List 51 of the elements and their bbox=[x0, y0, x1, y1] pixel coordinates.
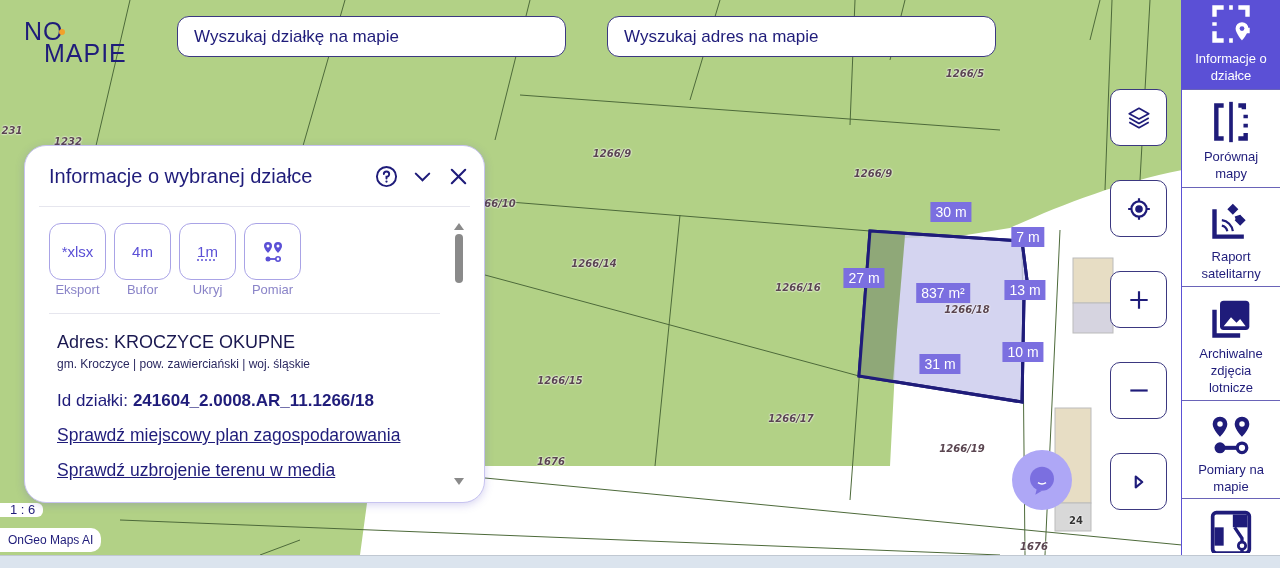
buffer-button[interactable]: 4m bbox=[114, 223, 171, 280]
parcel-number: 1266/18 bbox=[944, 303, 990, 315]
tool-label: Bufor bbox=[126, 282, 159, 297]
length-label: 7 m bbox=[1011, 227, 1045, 247]
zoom-in-button[interactable] bbox=[1110, 271, 1167, 328]
tool-label: Pomiar bbox=[251, 282, 294, 297]
parcel-number: 1266/17 bbox=[768, 412, 814, 424]
house-number: 24 bbox=[1069, 514, 1083, 526]
search-field[interactable]: Wyszukaj adres na mapie bbox=[607, 16, 996, 57]
parcel-number: 231 bbox=[1, 124, 23, 136]
locate-button[interactable] bbox=[1110, 180, 1167, 237]
parcel-number: 1232 bbox=[54, 135, 82, 147]
attribution: OnGeo Maps AI bbox=[0, 528, 102, 552]
parcel-number: 1266/16 bbox=[775, 281, 821, 293]
parcel-number: 66/10 bbox=[484, 197, 516, 209]
hide-button[interactable]: 1m bbox=[179, 223, 236, 280]
scale-label: 1 : 6 bbox=[0, 503, 44, 517]
crosshair-icon bbox=[1125, 195, 1152, 222]
parcel-id-label: Id działki: bbox=[57, 391, 128, 410]
logo[interactable]: NO MAPIE bbox=[22, 20, 127, 64]
parcel-number: 1266/5 bbox=[945, 67, 985, 79]
length-label: 30 m bbox=[930, 202, 972, 222]
tool-label: Ukryj bbox=[192, 282, 223, 297]
parcel-number: 1266/9 bbox=[592, 147, 632, 159]
scrollbar[interactable] bbox=[452, 223, 466, 485]
length-label: 31 m bbox=[919, 354, 961, 374]
panel-title: Informacje o wybranej działce bbox=[49, 164, 313, 188]
parcel-number: 1266/14 bbox=[571, 257, 617, 269]
map-grid-icon bbox=[1209, 509, 1254, 553]
area-label: 837 m² bbox=[916, 283, 970, 303]
address-title: Adres: KROCZYCE OKUPNE bbox=[57, 332, 297, 353]
tool-label: Eksport bbox=[55, 282, 100, 297]
link[interactable]: Sprawdź uzbrojenie terenu w media bbox=[57, 460, 452, 481]
link[interactable]: Sprawdź miejscowy plan zagospodarowania bbox=[57, 425, 452, 446]
layers-button[interactable] bbox=[1110, 89, 1167, 146]
parcel-number: 1266/15 bbox=[537, 374, 583, 386]
parcel-number: 1676 bbox=[537, 455, 565, 467]
length-label: 10 m bbox=[1002, 342, 1044, 362]
expand-button[interactable] bbox=[1110, 453, 1167, 510]
length-label: 27 m bbox=[843, 268, 885, 288]
parcel-number: 1266/9 bbox=[853, 167, 893, 179]
length-label: 13 m bbox=[1004, 280, 1046, 300]
help-icon[interactable] bbox=[375, 164, 398, 188]
region-text: gm. Kroczyce | pow. zawierciański | woj. śląskie bbox=[57, 357, 311, 371]
search-field[interactable]: Wyszukaj działkę na mapie bbox=[177, 16, 566, 57]
zoom-out-button[interactable] bbox=[1110, 362, 1167, 419]
measure-button[interactable] bbox=[244, 223, 301, 280]
parcel-id: 241604_2.0008.AR_11.1266/18 bbox=[132, 391, 374, 410]
parcel-number: 1266/19 bbox=[939, 442, 985, 454]
export-button[interactable]: *xlsx bbox=[49, 223, 106, 280]
sidebar-item[interactable]: Informacje o działce bbox=[1182, 0, 1280, 90]
